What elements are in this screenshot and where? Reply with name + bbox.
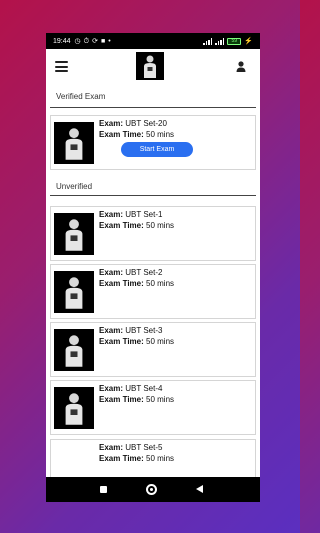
exam-time: 50 mins [146,394,175,404]
system-nav-bar [46,477,260,502]
person-figure-icon [65,393,83,425]
person-figure-icon [65,219,83,251]
exam-time-line: Exam Time: 50 mins [99,395,174,406]
exam-name: UBT Set-2 [125,268,163,277]
exam-time: 50 mins [146,278,175,288]
exam-thumbnail [54,387,94,429]
exam-time-label: Exam Time: [99,453,144,463]
sync-icon: ⟳ [92,37,98,45]
verified-exam-card[interactable]: Exam: UBT Set-20 Exam Time: 50 mins Star… [50,115,256,170]
exam-info: Exam: UBT Set-5 Exam Time: 50 mins [99,443,174,464]
back-icon[interactable] [196,485,203,493]
unverified-section-title: Unverified [56,182,93,191]
start-exam-button[interactable]: Start Exam [121,142,193,157]
exam-time-line: Exam Time: 50 mins [99,454,174,465]
person-figure-icon [144,55,156,78]
notification-icons: ◷ ⏱ ⟳ ■ • [75,38,111,45]
exam-label: Exam: [99,119,124,128]
exam-thumbnail [54,122,94,164]
battery-level: 59 [231,38,238,44]
exam-info: Exam: UBT Set-4 Exam Time: 50 mins [99,384,174,405]
unverified-exam-card[interactable]: Exam: UBT Set-4 Exam Time: 50 mins [50,380,256,435]
exam-name: UBT Set-1 [125,210,163,219]
app-icon: ■ [100,37,106,45]
exam-name: UBT Set-3 [125,326,163,335]
exam-time-line: Exam Time: 50 mins [99,221,174,232]
verified-section-title: Verified Exam [56,92,106,101]
exam-name: UBT Set-20 [125,119,167,128]
exam-time-label: Exam Time: [99,129,144,139]
dot-icon: • [108,37,111,45]
user-icon[interactable] [236,61,246,72]
charging-icon: ⚡ [244,37,253,45]
exam-label: Exam: [99,384,124,393]
exam-time-line: Exam Time: 50 mins [99,337,174,348]
exam-info: Exam: UBT Set-1 Exam Time: 50 mins [99,210,174,231]
app-logo [136,52,164,80]
exam-time: 50 mins [146,129,175,139]
exam-label: Exam: [99,210,124,219]
signal-icon-2 [215,37,225,45]
unverified-exam-card[interactable]: Exam: UBT Set-2 Exam Time: 50 mins [50,264,256,319]
notification-icon: ◷ [74,37,81,45]
status-bar: 19:44 ◷ ⏱ ⟳ ■ • 59 ⚡ [46,33,260,49]
exam-thumbnail [54,271,94,313]
status-time: 19:44 [53,37,71,45]
exam-name-line: Exam: UBT Set-4 [99,384,174,395]
exam-time: 50 mins [146,453,175,463]
exam-info: Exam: UBT Set-20 Exam Time: 50 mins [99,119,174,140]
battery-icon: 59 [227,37,242,45]
section-divider [50,195,256,196]
exam-time-line: Exam Time: 50 mins [99,130,174,141]
exam-thumbnail [54,329,94,371]
unverified-exam-card[interactable]: Exam: UBT Set-3 Exam Time: 50 mins [50,322,256,377]
exam-name-line: Exam: UBT Set-5 [99,443,174,454]
exam-time-label: Exam Time: [99,394,144,404]
exam-name: UBT Set-4 [125,384,163,393]
phone-screen: 19:44 ◷ ⏱ ⟳ ■ • 59 ⚡ Verified Exam Exam:… [46,33,260,502]
person-figure-icon [65,128,83,160]
section-divider [50,107,256,108]
recent-apps-icon[interactable] [100,486,107,493]
exam-name-line: Exam: UBT Set-1 [99,210,174,221]
exam-label: Exam: [99,268,124,277]
exam-info: Exam: UBT Set-3 Exam Time: 50 mins [99,326,174,347]
exam-name-line: Exam: UBT Set-20 [99,119,174,130]
exam-thumbnail [54,213,94,255]
exam-time-label: Exam Time: [99,278,144,288]
exam-name-line: Exam: UBT Set-3 [99,326,174,337]
exam-time-line: Exam Time: 50 mins [99,279,174,290]
home-icon[interactable] [146,484,157,495]
exam-label: Exam: [99,443,124,452]
exam-name: UBT Set-5 [125,443,163,452]
exam-time: 50 mins [146,220,175,230]
clock-icon: ⏱ [83,37,90,45]
exam-name-line: Exam: UBT Set-2 [99,268,174,279]
person-figure-icon [65,277,83,309]
unverified-exam-card[interactable]: Exam: UBT Set-1 Exam Time: 50 mins [50,206,256,261]
person-figure-icon [65,335,83,367]
exam-info: Exam: UBT Set-2 Exam Time: 50 mins [99,268,174,289]
exam-time: 50 mins [146,336,175,346]
exam-time-label: Exam Time: [99,336,144,346]
signal-icon [203,37,213,45]
status-right: 59 ⚡ [203,37,253,45]
exam-time-label: Exam Time: [99,220,144,230]
hamburger-menu-icon[interactable] [55,61,68,72]
app-bar [46,49,260,85]
exam-label: Exam: [99,326,124,335]
